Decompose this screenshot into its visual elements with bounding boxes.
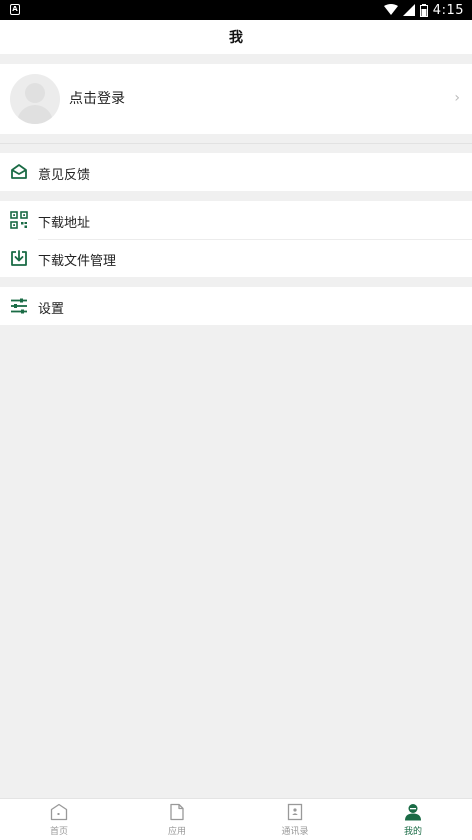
download-tray-icon [11,250,27,266]
bottom-tab-bar: 首页 应用 通讯录 我的 [0,798,472,840]
login-label: 点击登录 [69,91,125,107]
envelope-open-icon [11,164,27,179]
battery-icon [419,3,428,17]
signal-icon [402,4,415,16]
title-bar: 我 [0,20,472,54]
menu-item-feedback[interactable]: 意见反馈 [0,153,472,191]
tab-label-contacts: 通讯录 [281,827,309,837]
feedback-group: 意见反馈 [0,153,472,191]
qr-code-icon [10,211,28,229]
tab-me[interactable]: 我的 [354,799,472,840]
profile-login-row[interactable]: 点击登录 › [0,64,472,134]
settings-group: 设置 [0,287,472,325]
tab-home[interactable]: 首页 [0,799,118,840]
document-icon [170,803,184,821]
menu-label-feedback: 意见反馈 [38,168,91,183]
menu-item-download-files[interactable]: 下载文件管理 [0,239,472,277]
divider [0,143,472,144]
menu-item-download-address[interactable]: 下载地址 [0,201,472,239]
menu-label-download-files: 下载文件管理 [38,254,117,269]
menu-item-settings[interactable]: 设置 [0,287,472,325]
tab-label-home: 首页 [49,827,68,837]
notification-icon: A [10,4,20,15]
wifi-icon [383,4,398,15]
status-time: 4:15 [432,2,464,18]
home-icon [50,803,68,821]
tab-label-apps: 应用 [167,827,186,837]
tab-label-me: 我的 [403,827,422,837]
avatar [10,74,60,124]
menu-label-download-address: 下载地址 [38,216,91,231]
person-icon [405,804,421,821]
tab-contacts[interactable]: 通讯录 [236,799,354,840]
menu-label-settings: 设置 [38,302,65,317]
download-group: 下载地址 下载文件管理 [0,201,472,277]
contacts-icon [287,803,303,821]
page-title: 我 [229,30,243,46]
status-bar: A 4:15 [0,0,472,20]
tab-apps[interactable]: 应用 [118,799,236,840]
chevron-right-icon: › [454,90,460,106]
sliders-icon [11,298,27,314]
